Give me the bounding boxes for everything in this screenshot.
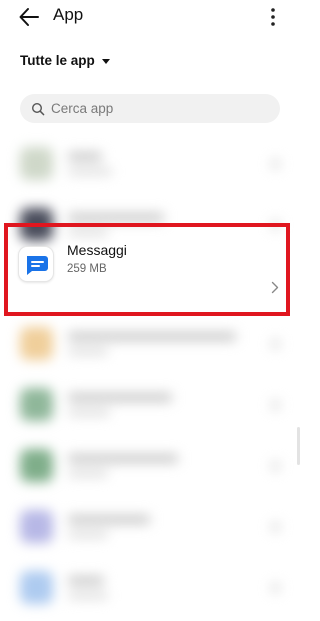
app-name: Messaggi <box>67 242 127 258</box>
blurred-text <box>68 470 108 477</box>
blurred-text <box>68 409 110 416</box>
filter-label: Tutte le app <box>20 53 95 68</box>
blurred-chevron <box>272 159 279 169</box>
app-filter-dropdown[interactable]: Tutte le app <box>20 53 110 68</box>
blurred-app-icon <box>20 147 53 180</box>
search-bar[interactable] <box>20 94 280 123</box>
blurred-app-icon <box>20 327 53 360</box>
blurred-text <box>68 592 108 599</box>
blurred-text <box>68 152 102 161</box>
blurred-app-row[interactable] <box>0 498 300 558</box>
blurred-text <box>68 348 108 355</box>
blurred-chevron <box>272 339 279 349</box>
messages-app-icon <box>19 247 53 281</box>
top-app-bar: App <box>0 0 300 34</box>
blurred-app-row[interactable] <box>0 437 300 497</box>
search-icon <box>31 102 45 115</box>
blurred-app-icon <box>20 571 53 604</box>
blurred-text <box>68 515 150 524</box>
blurred-app-row[interactable] <box>0 559 300 619</box>
blurred-text <box>68 576 104 585</box>
blurred-chevron <box>272 583 279 593</box>
search-input[interactable] <box>51 101 251 116</box>
blurred-text <box>68 531 108 538</box>
chevron-right-icon <box>271 281 279 294</box>
back-arrow-icon[interactable] <box>18 7 40 27</box>
blurred-text <box>68 332 236 341</box>
blurred-chevron <box>272 461 279 471</box>
scrollbar-thumb[interactable] <box>297 427 300 465</box>
caret-down-icon <box>101 58 110 64</box>
app-row-messaggi[interactable]: Messaggi 259 MB <box>0 236 300 302</box>
blurred-app-icon <box>20 449 53 482</box>
blurred-app-icon <box>20 388 53 421</box>
blurred-app-row[interactable] <box>0 135 300 195</box>
blurred-app-icon <box>20 510 53 543</box>
blurred-chevron <box>272 400 279 410</box>
blurred-text <box>68 454 178 463</box>
blurred-text <box>68 393 172 402</box>
blurred-text <box>68 168 112 175</box>
blurred-app-row[interactable] <box>0 315 300 375</box>
blurred-text <box>68 213 164 222</box>
page-title: App <box>53 5 84 24</box>
app-size: 259 MB <box>67 263 107 275</box>
blurred-chevron <box>272 522 279 532</box>
messages-icon <box>27 256 48 275</box>
blurred-app-row[interactable] <box>0 376 300 436</box>
more-vertical-icon[interactable] <box>267 6 279 28</box>
